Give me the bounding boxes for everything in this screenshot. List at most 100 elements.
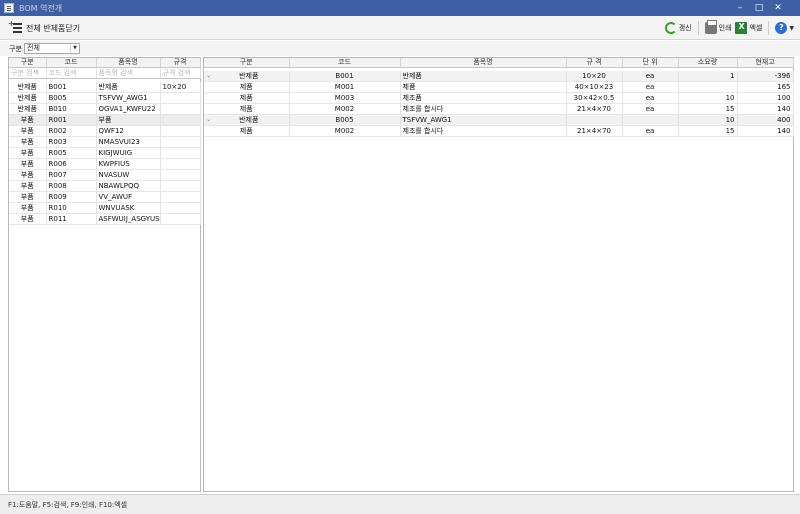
table-cell: 10 [678,92,738,104]
cell-value: ea [645,105,655,113]
table-row[interactable]: 제품 M001 제품 40×10×23 ea 165 [204,81,794,93]
table-cell [160,202,201,214]
table-row[interactable]: 부품 R010 WNVUASK [9,202,201,214]
cell-value: M001 [334,83,355,91]
table-cell: B005 [289,114,401,126]
table-cell [160,213,201,225]
item-list-grid: 구분 코드 품목명 규격구분 검색 코드 검색 품목명 검색 규격 검색 반제품 B001 반제… [9,58,201,225]
table-row[interactable]: 부품 R005 KIGJWUIG [9,147,201,159]
cell-value: -396 [774,71,791,80]
table-cell: 10×20 [566,70,623,82]
table-row[interactable]: 부품 R006 KWPFIUS [9,158,201,170]
chevron-down-icon[interactable]: ⌄ [206,115,211,125]
refresh-label: 갱신 [678,24,692,32]
cell-value: 제품 [239,94,253,102]
cell-value: 반제품 [239,116,259,124]
table-row[interactable]: ⌄ 반제품 B001 반제품 10×20 ea 1 -396 [204,70,794,82]
category-filter-select[interactable]: 전체 ▼ [24,43,80,54]
help-button[interactable]: ? ▼ [775,22,794,34]
column-search-input[interactable]: 구분 검색 [9,67,47,79]
table-row[interactable]: 제품 M002 제조를 합시다 21×4×70 ea 15 140 [204,125,794,137]
column-header[interactable]: 소요량 [678,58,738,68]
column-header[interactable]: 품목명 [96,58,161,68]
column-header[interactable]: 구분 [204,58,290,68]
collapse-all-button[interactable]: + 전체 반제품닫기 [8,20,81,35]
table-cell: 부품 [9,147,47,159]
toolbar-divider [697,21,699,35]
table-cell: VV_AWUF [96,191,161,203]
status-bar: F1:도움말, F5:검색, F9:인쇄, F10:엑셀 [0,494,800,514]
column-header[interactable]: 규 격 [566,58,623,68]
column-header[interactable]: 코드 [46,58,97,68]
table-row[interactable]: 부품 R002 QWF12 [9,125,201,137]
column-header[interactable]: 규격 [160,58,201,68]
cell-value: 165 [777,83,791,91]
table-cell: 15 [678,103,738,115]
column-search-input[interactable]: 품목명 검색 [96,67,161,79]
column-header[interactable]: 코드 [289,58,401,68]
column-header[interactable]: 단 위 [622,58,679,68]
refresh-icon [664,22,677,34]
table-cell: 부품 [96,114,161,126]
excel-button[interactable]: 엑셀 [735,22,762,34]
cell-value: 제품 [402,83,416,91]
table-cell: TSFVW_AWG1 [400,114,567,126]
cell-value: 40×10×23 [574,83,614,91]
print-button[interactable]: 인쇄 [704,20,732,34]
table-cell: R002 [46,125,97,137]
table-row[interactable]: 부품 R011 ASFWUIJ_ASGYUS [9,213,201,225]
table-row[interactable]: 반제품 B010 OGVA1_KWFU22 [9,103,201,115]
chevron-down-icon[interactable]: ▼ [70,44,79,53]
table-cell: ea [622,103,679,115]
minimize-icon[interactable]: – [733,2,747,14]
table-row[interactable]: 제품 M002 제조를 합시다 21×4×70 ea 15 140 [204,103,794,115]
column-header[interactable]: 구분 [9,58,47,68]
table-row[interactable]: 부품 R007 NVASUW [9,169,201,181]
table-cell: TSFVW_AWG1 [96,92,161,104]
table-cell: 제품 [204,103,290,115]
column-search-input[interactable]: 코드 검색 [46,67,97,79]
table-row[interactable]: ⌄ 반제품 B005 TSFVW_AWG1 10 400 [204,114,794,126]
table-row[interactable]: 제품 M003 제조품 30×42×0.5 ea 10 100 [204,92,794,104]
maximize-icon[interactable]: □ [752,2,766,14]
cell-value: 제조를 합시다 [402,105,444,113]
column-header[interactable]: 품목명 [400,58,567,68]
table-cell: 제조품 [400,92,567,104]
window-title: BOM 역전개 [19,4,63,13]
table-row[interactable]: 부품 R001 부품 [9,114,201,126]
table-cell [160,125,201,137]
table-cell: R007 [46,169,97,181]
cell-value: 15 [725,105,735,113]
cell-value: 140 [777,105,791,113]
table-cell: 40×10×23 [566,81,623,93]
chevron-down-icon[interactable]: ⌄ [206,71,211,81]
table-cell: 1 [678,70,738,82]
toolbar-divider [768,21,770,35]
table-row[interactable]: 부품 R009 VV_AWUF [9,191,201,203]
category-filter-label: 구분 [9,45,22,53]
table-cell: R003 [46,136,97,148]
cell-value: ea [645,94,655,102]
table-row[interactable]: 부품 R003 NMASVUI23 [9,136,201,148]
close-icon[interactable]: ✕ [771,2,785,14]
table-row[interactable]: 반제품 B005 TSFVW_AWG1 [9,92,201,104]
collapse-all-label: 전체 반제품닫기 [26,23,81,33]
cell-value: 15 [725,127,735,135]
column-search-input[interactable]: 규격 검색 [160,67,201,79]
table-cell: 반제품 [9,92,47,104]
refresh-button[interactable]: 갱신 [664,22,692,34]
table-cell: ea [622,70,679,82]
cell-value: B001 [335,71,354,80]
cell-value: M003 [334,94,355,102]
column-header[interactable]: 현재고 [737,58,794,68]
table-cell [566,114,623,126]
item-list-panel: 구분 코드 품목명 규격구분 검색 코드 검색 품목명 검색 규격 검색 반제품 B001 반제… [8,57,201,492]
print-label: 인쇄 [718,24,732,32]
cell-value: 10 [725,116,735,124]
cell-value: 제품 [239,83,253,91]
table-cell [160,147,201,159]
table-row[interactable]: 부품 R008 NBAWLPQQ [9,180,201,192]
table-cell: NMASVUI23 [96,136,161,148]
table-row[interactable]: 반제품 B001 반제품 10×20 [9,81,201,93]
table-cell [160,180,201,192]
